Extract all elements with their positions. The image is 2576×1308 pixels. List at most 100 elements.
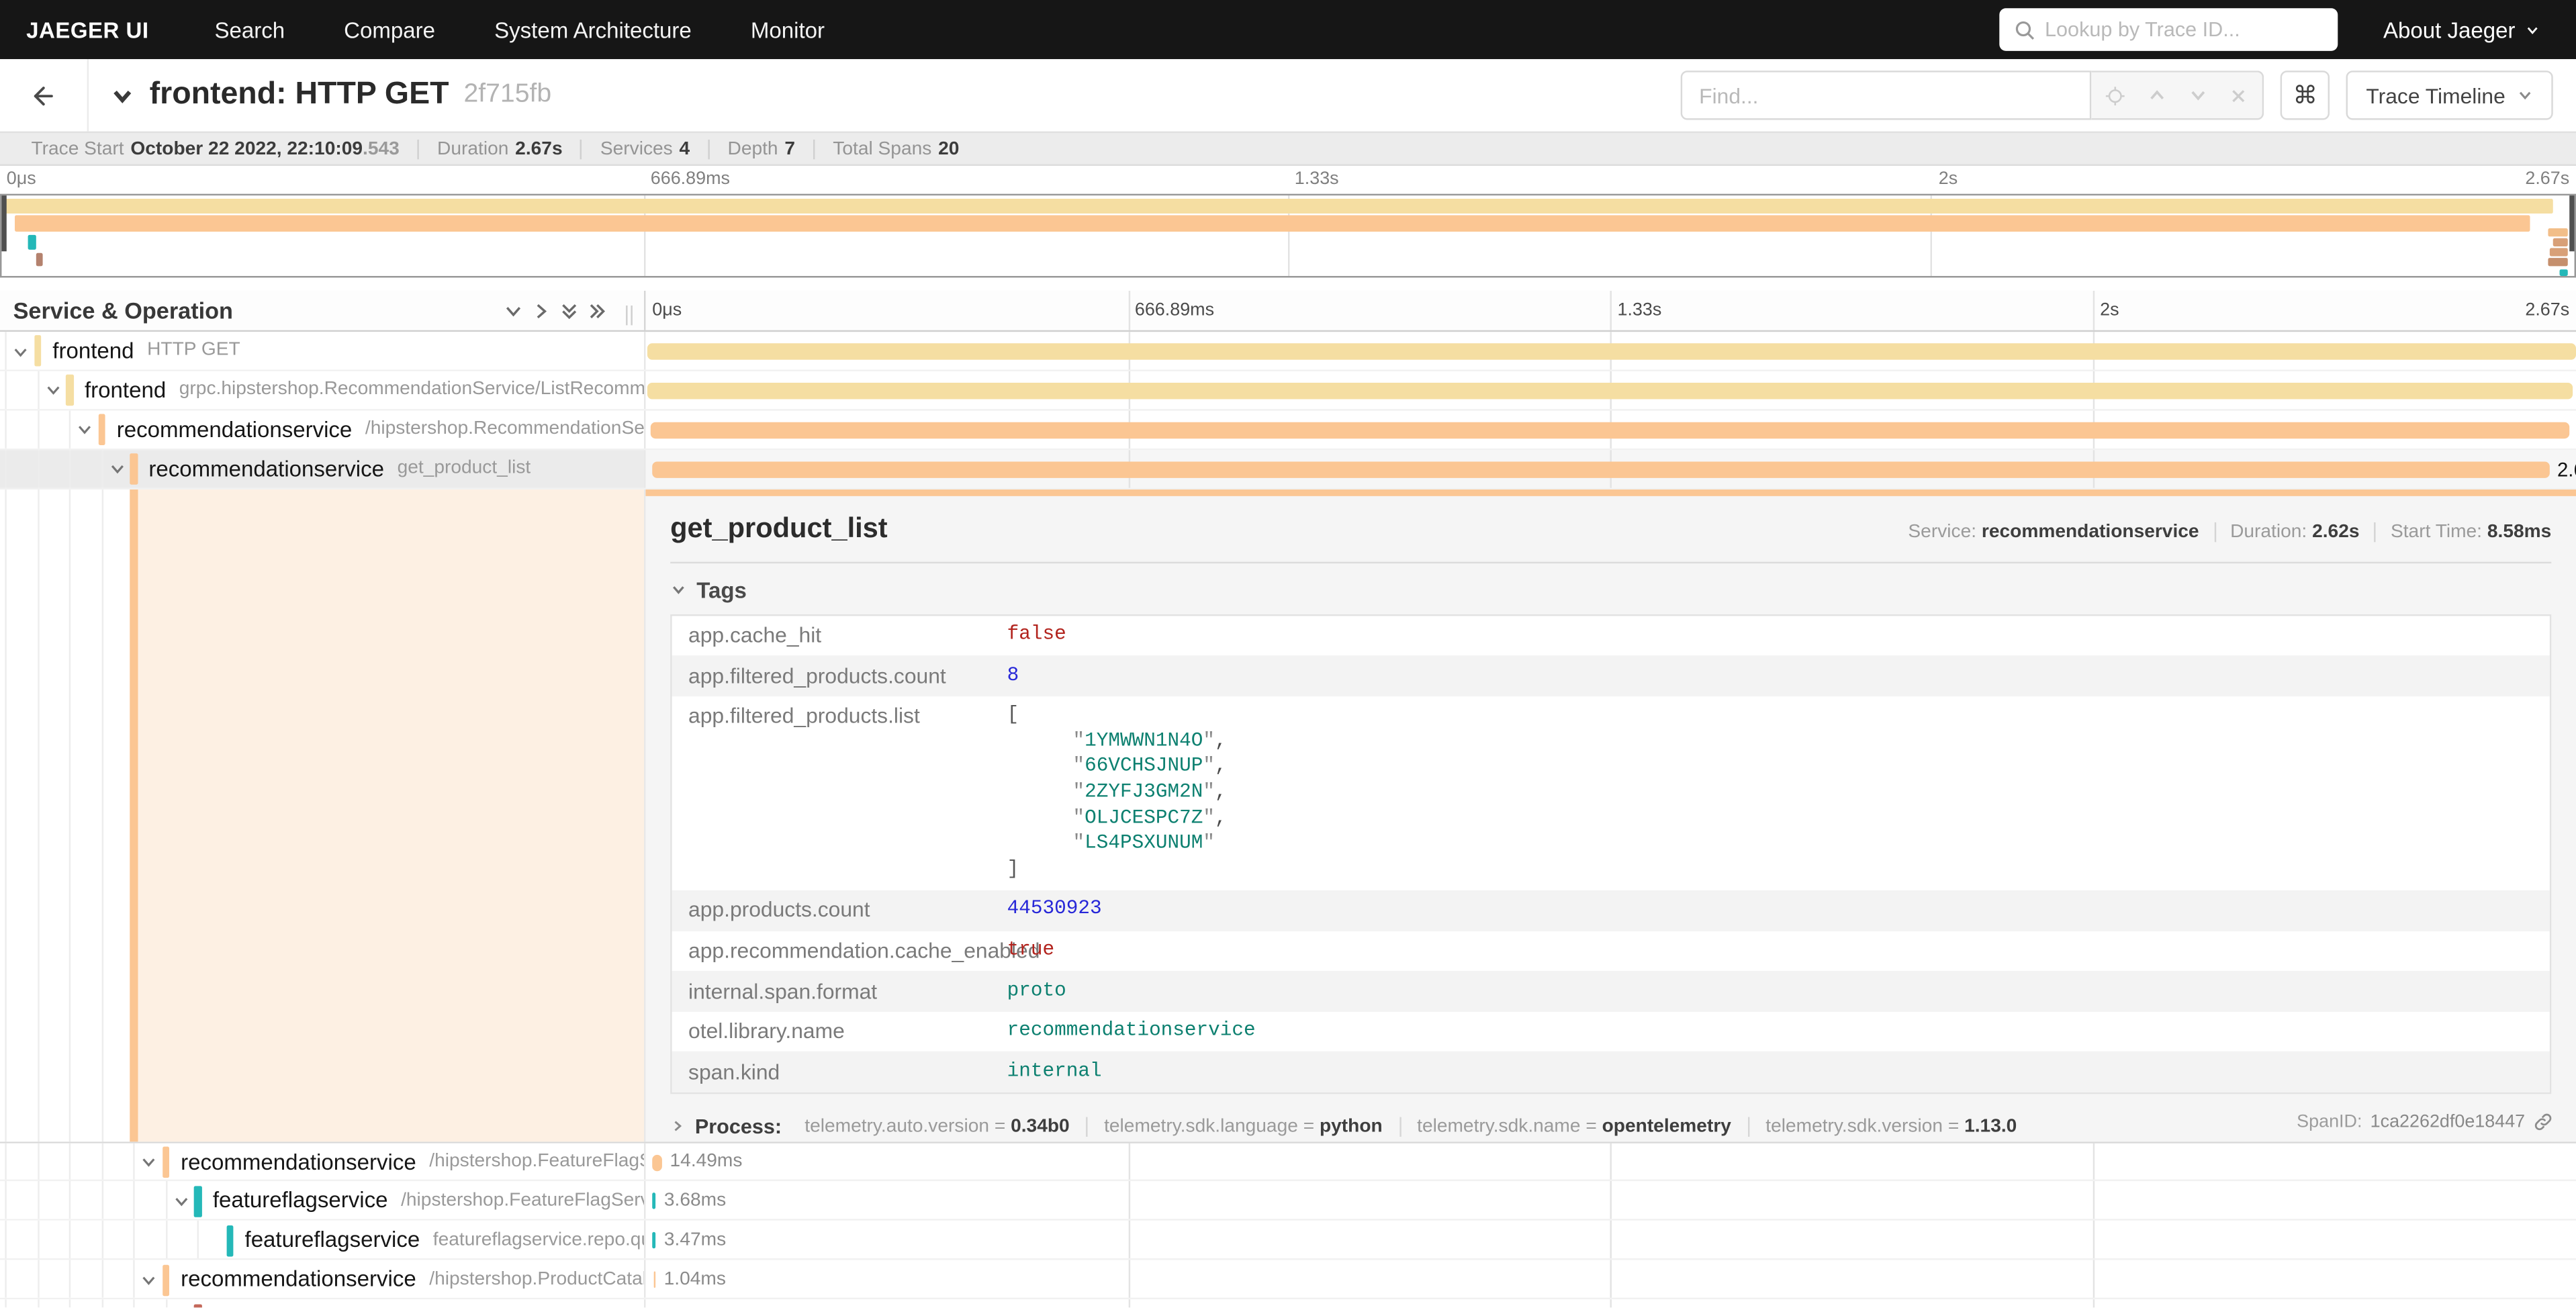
nav-item-compare[interactable]: Compare [344, 17, 435, 42]
span-duration-text: 3.47ms [664, 1230, 726, 1250]
command-icon: ⌘ [2293, 81, 2318, 110]
chevron-down-icon[interactable] [140, 1271, 158, 1289]
about-jaeger-menu[interactable]: About Jaeger [2383, 17, 2540, 42]
span-name-cell[interactable]: recommendationservice/hipstershop.Produc… [0, 1260, 645, 1298]
column-resize-handle[interactable] [626, 306, 633, 330]
tag-key: app.filtered_products.list [672, 696, 995, 736]
nav-item-system-architecture[interactable]: System Architecture [494, 17, 692, 42]
trace-minimap: 0μs 666.89ms 1.33s 2s 2.67s [0, 166, 2576, 291]
span-name-cell[interactable]: featureflagservice/hipstershop.FeatureFl… [0, 1182, 645, 1219]
indent-guide [133, 1260, 134, 1298]
tag-row: span.kind internal [672, 1052, 2550, 1092]
span-duration-bar[interactable] [647, 383, 2572, 399]
span-name-cell[interactable]: frontendgrpc.hipstershop.RecommendationS… [0, 371, 645, 409]
span-name-cell[interactable]: recommendationservice/hipstershop.Recomm… [0, 410, 645, 448]
span-row[interactable]: frontendgrpc.hipstershop.RecommendationS… [0, 371, 2576, 410]
span-duration-bar[interactable] [647, 343, 2576, 359]
span-timeline-cell[interactable] [645, 332, 2576, 369]
indent-guide [133, 1299, 134, 1307]
span-row[interactable] [0, 1299, 2576, 1307]
span-duration-bar[interactable] [652, 1154, 661, 1170]
chevron-down-icon[interactable] [140, 1154, 158, 1172]
tag-row: otel.library.name recommendationservice [672, 1011, 2550, 1052]
next-match-button[interactable] [2177, 73, 2218, 119]
span-duration-bar[interactable] [653, 1272, 655, 1288]
focus-match-button[interactable] [2095, 73, 2136, 119]
trace-id-lookup-input[interactable] [2045, 18, 2322, 41]
span-duration-bar[interactable] [651, 422, 2569, 438]
span-duration-value: 2.62s [2312, 522, 2359, 541]
span-timeline-cell[interactable]: 3.47ms [645, 1221, 2576, 1259]
trace-title-text: frontend: HTTP GET [150, 77, 449, 113]
minimap-scrubber-handle[interactable] [2569, 195, 2573, 251]
span-row[interactable]: recommendationservice/hipstershop.Produc… [0, 1260, 2576, 1299]
indent-guide [5, 1143, 6, 1180]
span-duration-text: 14.49ms [670, 1152, 743, 1171]
tick-label: 2.67s [2525, 301, 2569, 320]
expand-all-icon[interactable] [583, 299, 611, 321]
span-row[interactable]: featureflagservice/hipstershop.FeatureFl… [0, 1182, 2576, 1221]
span-name-cell[interactable]: featureflagservicefeatureflagservice.rep… [0, 1221, 645, 1259]
collapse-all-icon[interactable] [555, 299, 584, 321]
about-jaeger-label: About Jaeger [2383, 17, 2515, 42]
tag-value: recommendationservice [994, 1011, 1269, 1052]
trace-duration: Duration 2.67s [419, 139, 582, 158]
tags-section-toggle[interactable]: Tags [670, 577, 747, 602]
span-timeline-cell[interactable]: 14.49ms [645, 1143, 2576, 1180]
span-row[interactable]: recommendationservice/hipstershop.Recomm… [0, 410, 2576, 449]
back-button[interactable] [0, 59, 89, 132]
chevron-down-icon[interactable] [44, 382, 62, 400]
depth-value: 7 [784, 139, 795, 158]
link-icon[interactable] [2533, 1111, 2552, 1131]
tick-label: 0μs [7, 169, 36, 189]
span-duration-bar[interactable] [653, 1233, 655, 1249]
span-timeline-cell[interactable]: 1.04ms [645, 1260, 2576, 1298]
tag-value: ["1YMWWN1N4O","66VCHSJNUP","2ZYFJ3GM2N",… [994, 696, 1240, 890]
span-timeline-cell[interactable] [645, 371, 2576, 409]
clear-find-button[interactable] [2218, 73, 2259, 119]
span-duration-bar[interactable] [651, 461, 2549, 477]
span-duration-bar[interactable] [653, 1193, 656, 1209]
chevron-down-icon[interactable] [107, 460, 126, 478]
span-name-cell[interactable]: frontendHTTP GET [0, 332, 645, 369]
prev-match-button[interactable] [2136, 73, 2177, 119]
span-row[interactable]: frontendHTTP GET [0, 332, 2576, 371]
trace-view-selector[interactable]: Trace Timeline [2346, 71, 2553, 120]
indent-guide [133, 1182, 134, 1219]
chevron-down-icon[interactable] [172, 1193, 190, 1211]
span-timeline-cell[interactable] [645, 1299, 2576, 1307]
indent-guide [101, 1299, 102, 1307]
nav-item-monitor[interactable]: Monitor [751, 17, 825, 42]
indent-guide [101, 1221, 102, 1259]
find-input[interactable] [1681, 71, 2092, 120]
chevron-down-icon[interactable] [11, 342, 30, 361]
span-timeline-cell[interactable]: 2.62s [645, 450, 2576, 487]
span-row[interactable]: featureflagservicefeatureflagservice.rep… [0, 1221, 2576, 1260]
span-row[interactable]: recommendationservice/hipstershop.Featur… [0, 1143, 2576, 1182]
span-timeline-cell[interactable]: 3.68ms [645, 1182, 2576, 1219]
total-spans-value: 20 [938, 139, 959, 158]
keyboard-shortcuts-button[interactable]: ⌘ [2281, 71, 2330, 120]
app-logo[interactable]: JAEGER UI [26, 17, 148, 42]
chevron-down-icon[interactable] [76, 421, 94, 439]
span-indent-fill [137, 489, 644, 1141]
process-item: telemetry.auto.version = 0.34b0 [788, 1117, 1088, 1136]
span-name-cell[interactable]: recommendationservice/hipstershop.Featur… [0, 1143, 645, 1180]
minimap-canvas[interactable] [0, 194, 2576, 278]
span-detail-row: get_product_list Service: recommendation… [0, 489, 2576, 1143]
collapse-one-icon[interactable] [500, 299, 528, 321]
collapse-trace-chevron-icon[interactable] [110, 83, 135, 108]
span-row[interactable]: recommendationserviceget_product_list2.6… [0, 450, 2576, 489]
indent-guide [101, 1260, 102, 1298]
span-name-cell[interactable] [0, 1299, 645, 1307]
indent-guide [37, 1182, 38, 1219]
expand-one-icon[interactable] [527, 299, 555, 321]
span-start-time-label: Start Time: [2391, 522, 2482, 541]
trace-id-short: 2f715fb [464, 81, 552, 110]
span-name-cell[interactable]: recommendationserviceget_product_list [0, 450, 645, 487]
span-timeline-cell[interactable] [645, 410, 2576, 448]
nav-item-search[interactable]: Search [214, 17, 285, 42]
process-section-toggle[interactable]: Process: telemetry.auto.version = 0.34b0… [670, 1115, 2551, 1138]
span-service-name: recommendationservice [181, 1267, 416, 1292]
minimap-scrubber-handle[interactable] [1, 195, 6, 251]
